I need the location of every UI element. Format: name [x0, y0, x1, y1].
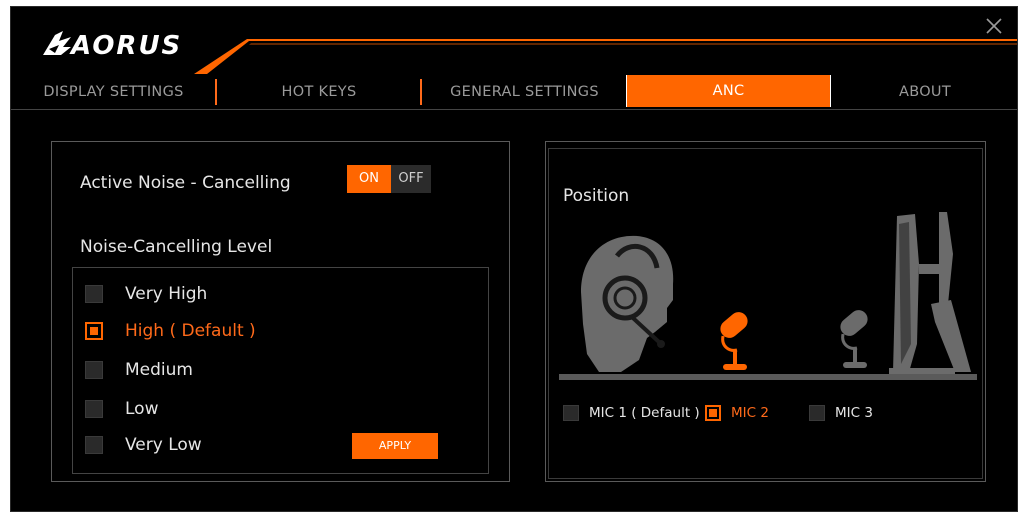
tab-hot-keys[interactable]: HOT KEYS: [217, 73, 421, 111]
position-panel-inner: Position MIC 1 (Default) MIC 2 MIC 3: [548, 148, 983, 479]
noise-cancelling-panel: Active Noise - Cancelling ON OFF Noise-C…: [51, 141, 510, 482]
level-option-high[interactable]: High ( Default ): [85, 318, 256, 344]
tab-anc[interactable]: ANC: [626, 75, 831, 107]
checkbox[interactable]: [85, 361, 103, 379]
checkbox[interactable]: [563, 405, 579, 421]
microphone-icon: [840, 310, 868, 368]
anc-settings-window: AORUS DISPLAY SETTINGS HOT KEYS GENERAL …: [10, 6, 1018, 512]
tab-underline: [11, 109, 1017, 110]
level-option-very-low[interactable]: Very Low: [85, 432, 202, 458]
desk-surface: [559, 374, 977, 380]
position-panel: Position MIC 1 (Default) MIC 2 MIC 3: [545, 141, 986, 482]
mic-label: MIC 1 ( Default ): [589, 405, 700, 421]
level-label: Medium: [125, 360, 193, 380]
anc-label: Active Noise - Cancelling: [80, 173, 291, 193]
microphone-icon: [720, 312, 748, 370]
mic-label: MIC 2: [731, 405, 769, 421]
level-option-medium[interactable]: Medium: [85, 357, 193, 383]
headset-user-icon: [581, 235, 674, 372]
anc-on-button[interactable]: ON: [347, 165, 391, 193]
level-label: High ( Default ): [125, 321, 256, 341]
close-icon: [986, 18, 1002, 34]
level-label: Very Low: [125, 435, 202, 455]
level-label: Low: [125, 399, 159, 419]
level-label: Very High: [125, 284, 208, 304]
checkbox[interactable]: [85, 436, 103, 454]
checkbox[interactable]: [85, 400, 103, 418]
level-title: Noise-Cancelling Level: [80, 237, 273, 257]
checkbox[interactable]: [809, 405, 825, 421]
position-title: Position: [563, 186, 630, 206]
level-option-very-high[interactable]: Very High: [85, 281, 207, 307]
mic-option-2[interactable]: MIC 2: [705, 403, 769, 423]
anc-toggle[interactable]: ON OFF: [347, 165, 431, 193]
position-illustration: [559, 212, 977, 380]
anc-off-button[interactable]: OFF: [391, 165, 431, 193]
brand-name: AORUS: [71, 31, 183, 61]
tab-general-settings[interactable]: GENERAL SETTINGS: [422, 73, 627, 111]
checkbox-checked[interactable]: [85, 322, 103, 340]
tab-display-settings[interactable]: DISPLAY SETTINGS: [11, 73, 216, 111]
close-button[interactable]: [983, 15, 1005, 37]
level-options: Very High High ( Default ) Medium Low Ve…: [72, 267, 489, 474]
mic-option-1[interactable]: MIC 1 ( Default ): [563, 403, 700, 423]
tab-bar: DISPLAY SETTINGS HOT KEYS GENERAL SETTIN…: [11, 73, 1017, 111]
checkbox-checked[interactable]: [705, 405, 721, 421]
monitor-side-icon: [889, 212, 971, 374]
mic-label: MIC 3: [835, 405, 873, 421]
tab-about[interactable]: ABOUT: [831, 73, 1017, 111]
checkbox[interactable]: [85, 285, 103, 303]
level-option-low[interactable]: Low: [85, 396, 158, 422]
mic-option-3[interactable]: MIC 3: [809, 403, 873, 423]
aorus-logo: AORUS: [41, 25, 201, 63]
apply-button[interactable]: APPLY: [352, 433, 438, 459]
